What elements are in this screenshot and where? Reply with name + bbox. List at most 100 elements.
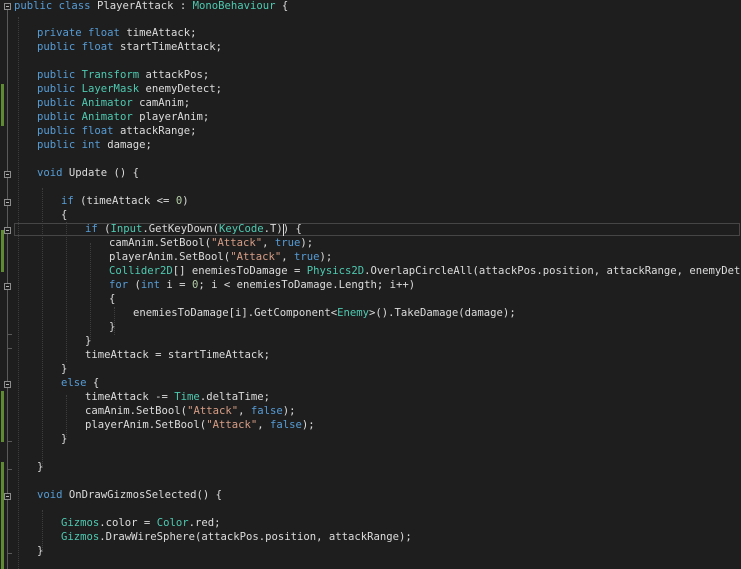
type-token: LayerMask [81,83,140,95]
brace-text: } [37,461,44,473]
code-line[interactable]: } [85,334,91,348]
code-line[interactable]: if (Input.GetKeyDown(KeyCode.T)) { [85,222,302,236]
keyword-token: public [14,0,53,12]
code-editor[interactable]: public class PlayerAttack : MonoBehaviou… [0,0,741,569]
code-line[interactable]: } [37,460,43,474]
end-call-text: ); [319,251,333,263]
code-line[interactable]: public float startTimeAttack; [37,40,222,54]
code-line[interactable]: public int damage; [37,138,152,152]
condition-text: (timeAttack <= [73,195,176,207]
keyword-token: false [269,419,302,431]
field-text: playerAnim; [132,111,210,123]
keyword-token: public [37,69,76,81]
code-line[interactable]: for (int i = 0; i < enemiesToDamage.Leng… [109,278,415,292]
code-line[interactable]: Collider2D[] enemiesToDamage = Physics2D… [109,264,741,278]
code-line[interactable]: Gizmos.DrawWireSphere(attackPos.position… [61,530,412,544]
keyword-token: class [58,0,91,12]
code-line[interactable]: public Transform attackPos; [37,68,209,82]
method-call-text: camAnim.SetBool( [109,237,212,249]
end-call-text: ); [300,237,314,249]
method-signature-text: Update () { [62,167,140,179]
code-line[interactable]: } [109,320,115,334]
code-line[interactable]: Gizmos.color = Color.red; [61,516,220,530]
code-line[interactable]: public LayerMask enemyDetect; [37,82,222,96]
paren-text: ) [182,195,189,207]
comma-text: , [281,251,294,263]
keyword-token: public [37,83,76,95]
condition-text: ( [97,223,111,235]
keyword-token: void [37,167,63,179]
code-line[interactable]: camAnim.SetBool("Attack", true); [109,236,313,250]
indent-guide [66,395,67,437]
brace-text: { [275,0,289,12]
type-token: Collider2D [109,265,173,277]
code-line[interactable]: void Update () { [37,166,139,180]
comma-text: , [262,237,275,249]
assignment-text: timeAttack -= [85,391,175,403]
code-area[interactable]: public class PlayerAttack : MonoBehaviou… [0,0,741,569]
brace-text: } [37,545,44,557]
code-line[interactable]: } [61,362,67,376]
property-text: .color = [99,517,157,529]
keyword-token: public [37,111,76,123]
type-token: Transform [81,69,140,81]
keyword-token: if [61,195,74,207]
type-token: Input [110,223,143,235]
method-call-text: .DrawWireSphere(attackPos.position, atta… [99,531,412,543]
type-token: Animator [81,97,133,109]
type-token: MonoBehaviour [192,0,276,12]
code-line[interactable]: { [61,208,67,222]
property-text: .red; [188,517,221,529]
code-line[interactable]: else { [61,376,99,390]
type-token: Physics2D [306,265,365,277]
method-signature-text: OnDrawGizmosSelected() { [62,489,222,501]
type-token: Animator [81,111,133,123]
string-token: "Attack" [230,251,282,263]
keyword-token: float [81,125,114,137]
code-line[interactable]: public float attackRange; [37,124,196,138]
field-text: timeAttack; [119,27,197,39]
code-line[interactable]: public class PlayerAttack : MonoBehaviou… [14,0,288,13]
code-line[interactable]: } [37,544,43,558]
code-line[interactable]: if (timeAttack <= 0) [61,194,189,208]
code-line[interactable]: public Animator camAnim; [37,96,190,110]
argument-text: .T)) { [263,223,302,235]
string-token: "Attack" [206,419,258,431]
keyword-token: float [81,41,114,53]
for-text: ( [128,279,141,291]
type-token: Color [156,517,189,529]
comma-text: , [238,405,251,417]
code-line[interactable]: enemiesToDamage[i].GetComponent<Enemy>()… [133,306,516,320]
method-call-text: camAnim.SetBool( [85,405,188,417]
brace-text: { [61,209,68,221]
code-line[interactable]: camAnim.SetBool("Attack", false); [85,404,296,418]
brace-text: } [109,321,116,333]
method-call-text: >().TakeDamage(damage); [369,307,516,319]
type-token: Gizmos [61,517,100,529]
end-call-text: ); [301,419,315,431]
property-text: .deltaTime; [199,391,270,403]
keyword-token: false [250,405,283,417]
code-line[interactable]: public Animator playerAnim; [37,110,209,124]
code-line[interactable]: { [109,292,115,306]
code-line[interactable]: playerAnim.SetBool("Attack", false); [85,418,315,432]
keyword-token: float [88,27,120,39]
code-line[interactable]: playerAnim.SetBool("Attack", true); [109,250,332,264]
code-line[interactable]: void OnDrawGizmosSelected() { [37,488,222,502]
brace-text: { [86,377,100,389]
code-line[interactable]: private float timeAttack; [37,26,196,40]
code-line[interactable]: } [61,432,67,446]
method-call-text: playerAnim.SetBool( [109,251,231,263]
method-call-text: enemiesToDamage[i].GetComponent< [133,307,338,319]
field-text: startTimeAttack; [113,41,222,53]
code-line[interactable]: timeAttack = startTimeAttack; [85,348,270,362]
keyword-token: int [140,279,161,291]
field-text: attackPos; [139,69,210,81]
keyword-token: true [274,237,301,249]
code-line[interactable]: timeAttack -= Time.deltaTime; [85,390,270,404]
brace-text: { [109,293,116,305]
string-token: "Attack" [187,405,239,417]
keyword-token: public [37,139,76,151]
assignment-text: timeAttack = startTimeAttack; [85,349,270,361]
class-declaration-text: PlayerAttack : [90,0,193,12]
